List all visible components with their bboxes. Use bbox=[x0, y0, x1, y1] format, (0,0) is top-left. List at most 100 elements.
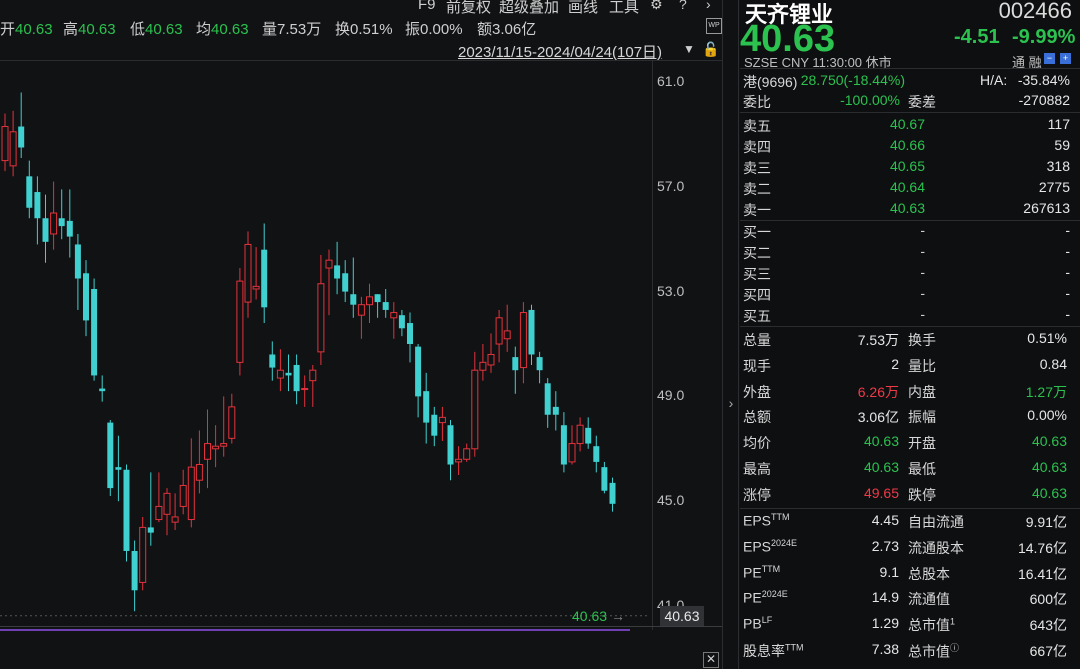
ask-level-1[interactable]: 卖五 40.67 117 bbox=[740, 116, 1075, 136]
price-tick-2: 53.0 bbox=[657, 282, 685, 299]
minus-icon[interactable]: − bbox=[1044, 53, 1055, 64]
help-icon[interactable]: ? bbox=[679, 0, 687, 12]
candle bbox=[585, 417, 592, 449]
bid-level-1[interactable]: 买一 - - bbox=[740, 222, 1075, 242]
stat-6: 振0.00% bbox=[405, 21, 463, 38]
fundamental-row[interactable]: PETTM 9.1 总股本 16.41亿 bbox=[740, 564, 1075, 584]
ask-level-3[interactable]: 卖三 40.65 318 bbox=[740, 158, 1075, 178]
candle bbox=[220, 396, 228, 457]
tools-button[interactable]: 工具 bbox=[609, 0, 639, 17]
candle bbox=[593, 435, 600, 473]
candle bbox=[342, 260, 349, 303]
candle bbox=[519, 302, 527, 384]
stat-row: 涨停 49.65 跌停 40.63 bbox=[743, 484, 1067, 503]
stat-7: 额3.06亿 bbox=[477, 21, 537, 38]
last-price-tag: 40.63 → bbox=[572, 608, 625, 624]
candle bbox=[528, 304, 535, 365]
candle bbox=[438, 406, 446, 441]
candle bbox=[236, 268, 244, 376]
lock-icon[interactable]: 🔓 bbox=[702, 41, 719, 58]
fundamental-row[interactable]: PBLF 1.29 总市值1 643亿 bbox=[740, 615, 1075, 635]
candlestick-plot bbox=[0, 92, 650, 617]
overlay-button[interactable]: 超级叠加 bbox=[499, 0, 559, 17]
wp-icon[interactable]: WP bbox=[706, 18, 722, 34]
candle bbox=[9, 110, 17, 177]
candle bbox=[463, 443, 471, 462]
fundamental-row[interactable]: EPSTTM 4.45 自由流通 9.91亿 bbox=[740, 512, 1075, 532]
chevron-right-icon[interactable]: › bbox=[706, 0, 711, 12]
candle bbox=[187, 438, 195, 528]
candle bbox=[269, 341, 276, 381]
candle bbox=[163, 488, 171, 536]
candle bbox=[455, 446, 463, 475]
price-change: -4.51 bbox=[954, 26, 1000, 48]
candle bbox=[115, 435, 122, 502]
f9-button[interactable]: F9 bbox=[418, 0, 436, 13]
candle bbox=[601, 461, 608, 494]
candle bbox=[512, 346, 519, 394]
bid-level-4[interactable]: 买四 - - bbox=[740, 285, 1075, 305]
fundamental-row[interactable]: 股息率TTM 7.38 总市值ⓘ 667亿 bbox=[740, 641, 1075, 661]
candle bbox=[374, 294, 381, 318]
candle bbox=[398, 309, 405, 337]
candle bbox=[495, 309, 503, 363]
ask-level-4[interactable]: 卖二 40.64 2775 bbox=[740, 179, 1075, 199]
candle bbox=[544, 378, 551, 428]
plus-icon[interactable]: + bbox=[1060, 53, 1071, 64]
candle bbox=[212, 425, 220, 468]
candle bbox=[334, 241, 341, 295]
candle bbox=[26, 160, 33, 219]
ask-level-5[interactable]: 卖一 40.63 267613 bbox=[740, 200, 1075, 220]
adjust-button[interactable]: 前复权 bbox=[446, 0, 491, 17]
candle bbox=[123, 464, 130, 562]
candle bbox=[357, 296, 365, 339]
price-change-pct: -9.99% bbox=[1012, 26, 1076, 48]
candle bbox=[487, 333, 495, 373]
candle bbox=[609, 477, 616, 512]
candle bbox=[58, 189, 65, 240]
stat-row: 外盘 6.26万 内盘 1.27万 bbox=[743, 383, 1067, 400]
close-icon[interactable]: ✕ bbox=[703, 652, 719, 668]
quote-panel: 天齐锂业 002466 40.63 -4.51 -9.99% SZSE CNY … bbox=[740, 0, 1080, 669]
volume-strip bbox=[0, 629, 630, 631]
bid-level-2[interactable]: 买二 - - bbox=[740, 243, 1075, 263]
stat-2: 低40.63 bbox=[130, 21, 183, 38]
collapse-toggle[interactable]: › bbox=[724, 395, 738, 425]
ask-level-2[interactable]: 卖四 40.66 59 bbox=[740, 137, 1075, 157]
candle bbox=[107, 419, 114, 496]
candle bbox=[325, 249, 333, 316]
candle bbox=[155, 472, 163, 523]
candle bbox=[276, 349, 284, 392]
candle bbox=[407, 312, 413, 363]
candle bbox=[503, 304, 511, 352]
candle bbox=[309, 364, 317, 407]
candle bbox=[390, 302, 398, 339]
stat-0: 开40.63 bbox=[0, 21, 53, 38]
stat-row: 均价 40.63 开盘 40.63 bbox=[743, 433, 1067, 452]
kline-chart-area[interactable]: 开40.63 高40.63 低40.63 均40.63 量7.53万 换0.51% 振0.0… bbox=[0, 0, 722, 669]
candle bbox=[83, 260, 89, 337]
stock-code: 002466 bbox=[998, 0, 1072, 23]
bid-level-5[interactable]: 买五 - - bbox=[740, 306, 1075, 326]
candle bbox=[204, 409, 211, 489]
gear-icon[interactable]: ⚙ bbox=[650, 0, 663, 13]
fundamental-row[interactable]: PE2024E 14.9 流通值 600亿 bbox=[740, 589, 1075, 609]
price-tick-3: 49.0 bbox=[657, 387, 685, 404]
last-price-box: 40.63 bbox=[660, 606, 704, 626]
candle bbox=[415, 344, 422, 418]
stat-row: 总量 7.53万 换手 0.51% bbox=[743, 330, 1067, 348]
candle bbox=[366, 283, 373, 324]
candle bbox=[171, 493, 179, 531]
bid-level-3[interactable]: 买三 - - bbox=[740, 264, 1075, 284]
date-range-link[interactable]: 2023/11/15-2024/04/24(107日) bbox=[458, 41, 662, 62]
price-tick-0: 61.0 bbox=[657, 73, 685, 89]
candle bbox=[560, 412, 567, 473]
candle bbox=[34, 176, 41, 245]
candle bbox=[244, 231, 252, 318]
price-tick-1: 57.0 bbox=[657, 177, 685, 194]
price-tick-4: 45.0 bbox=[657, 492, 685, 509]
candle bbox=[301, 375, 309, 407]
draw-line-button[interactable]: 画线 bbox=[568, 0, 598, 17]
dropdown-icon[interactable]: ▼ bbox=[683, 42, 695, 56]
fundamental-row[interactable]: EPS2024E 2.73 流通股本 14.76亿 bbox=[740, 538, 1075, 558]
